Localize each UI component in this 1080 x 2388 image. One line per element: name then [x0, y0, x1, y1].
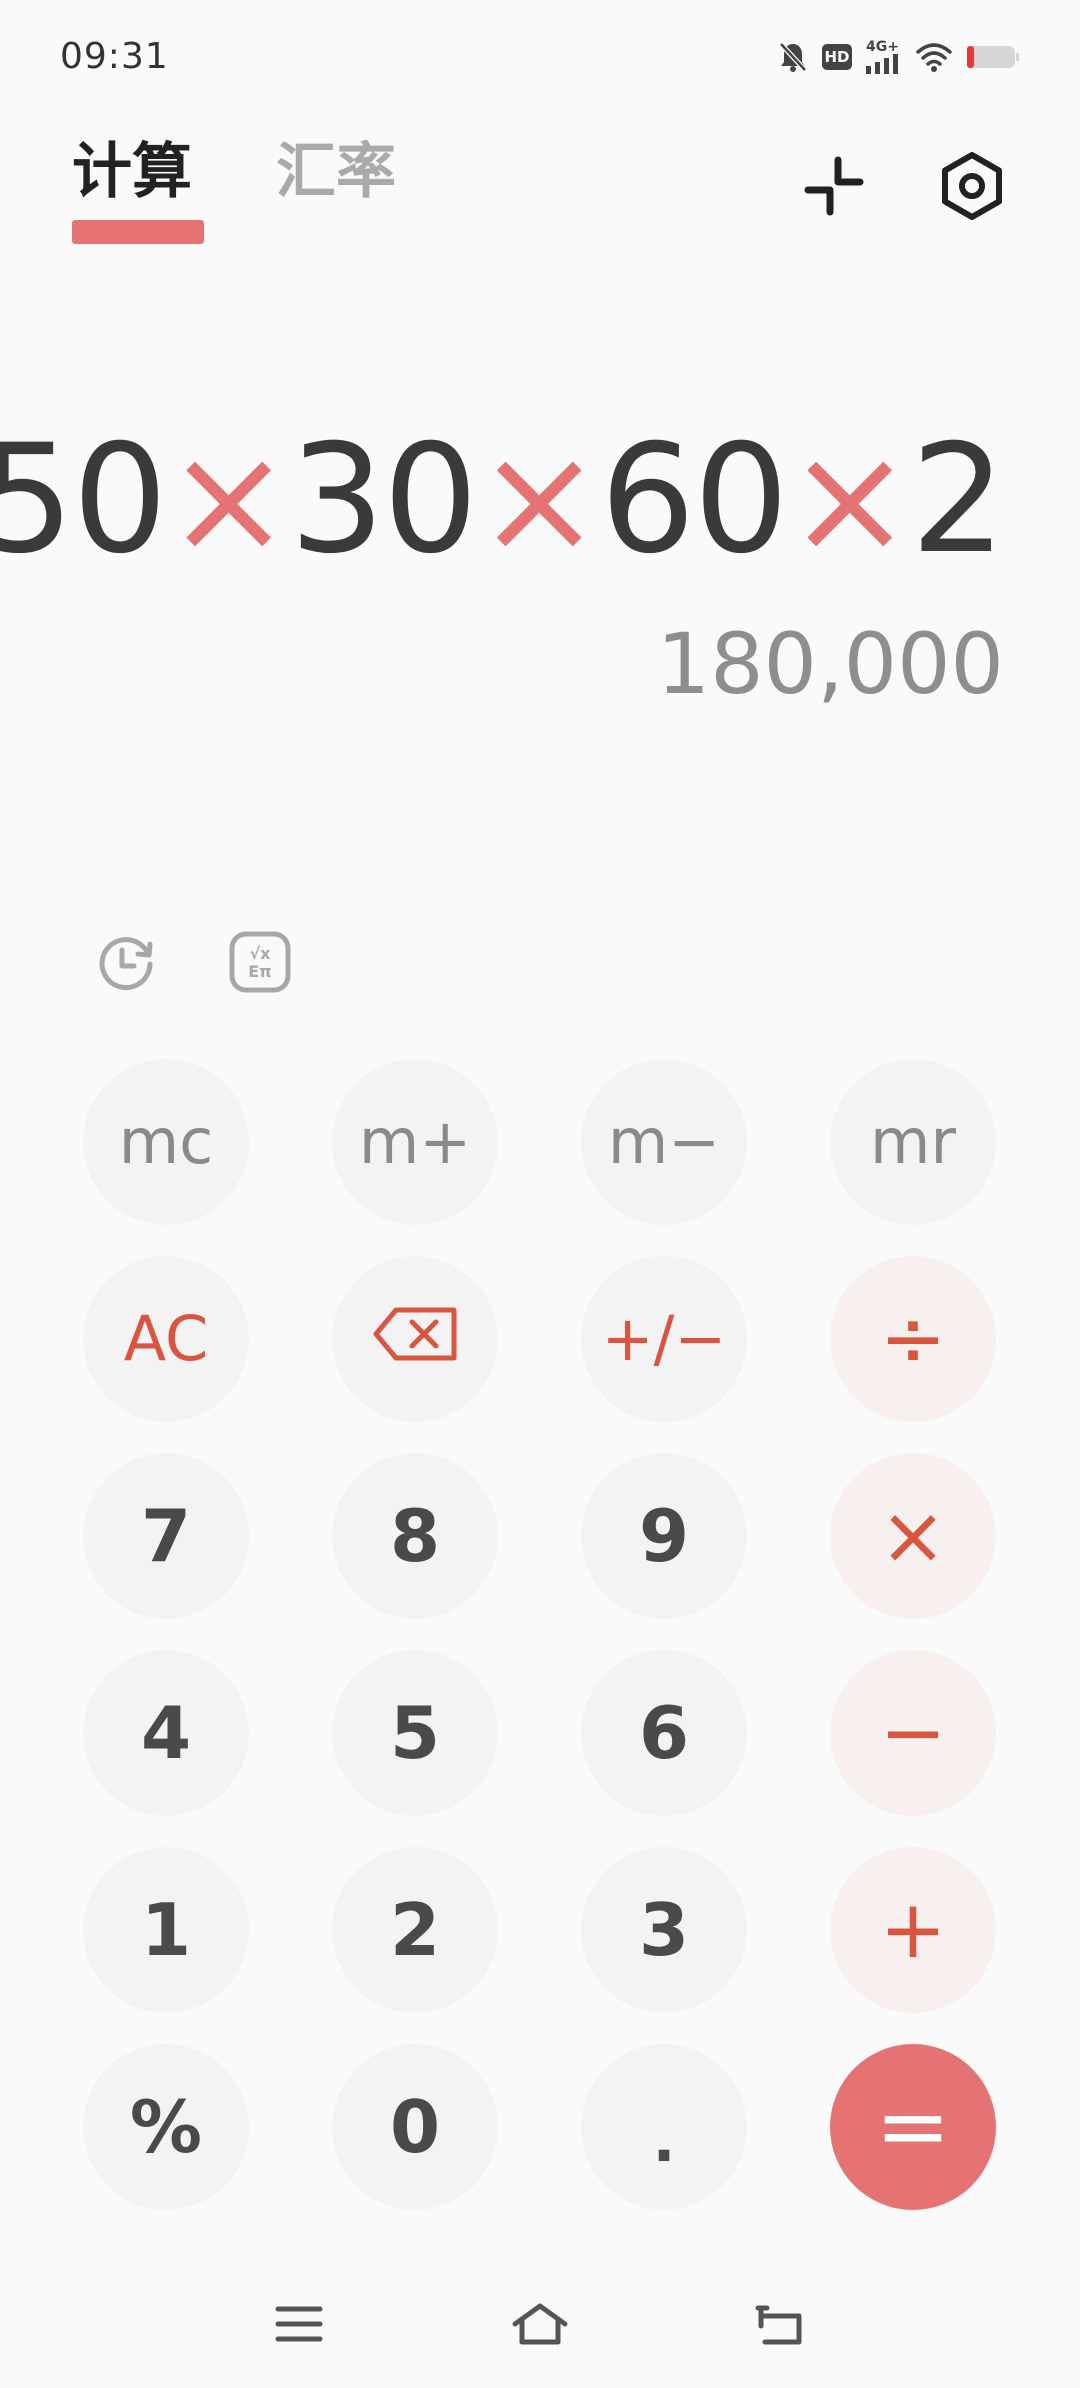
active-tab-indicator — [72, 220, 204, 244]
4g-signal-icon: 4G+ — [866, 40, 902, 74]
history-icon — [94, 930, 158, 998]
digit-0-button[interactable]: 0 — [332, 2044, 498, 2210]
home-icon — [511, 2302, 569, 2350]
scientific-icon: √x Eπ — [228, 930, 292, 998]
result-display: 180,000 — [656, 615, 1004, 713]
expression-number: 60 — [600, 413, 789, 587]
clear-button[interactable]: AC — [83, 1256, 249, 1422]
history-button[interactable] — [92, 930, 160, 998]
status-time: 09:31 — [60, 36, 169, 77]
wifi-icon — [916, 42, 952, 72]
back-button[interactable] — [740, 2294, 820, 2358]
digit-3-button[interactable]: 3 — [581, 1847, 747, 2013]
digit-8-button[interactable]: 8 — [332, 1453, 498, 1619]
digit-6-button[interactable]: 6 — [581, 1650, 747, 1816]
recent-apps-button[interactable] — [259, 2294, 339, 2358]
m-minus-button[interactable]: m− — [581, 1059, 747, 1225]
menu-icon — [275, 2304, 323, 2348]
expression-operator: × — [476, 413, 602, 587]
digit-5-button[interactable]: 5 — [332, 1650, 498, 1816]
multiply-button[interactable]: × — [830, 1453, 996, 1619]
battery-low-icon — [966, 43, 1020, 71]
hd-icon: HD — [822, 44, 852, 70]
digit-4-button[interactable]: 4 — [83, 1650, 249, 1816]
expression-display[interactable]: 50×30×60×2 — [0, 425, 1006, 575]
digit-9-button[interactable]: 9 — [581, 1453, 747, 1619]
system-navigation-bar — [0, 2280, 1080, 2388]
collapse-icon — [804, 156, 864, 220]
expression-operator: × — [786, 413, 913, 587]
digit-7-button[interactable]: 7 — [83, 1453, 249, 1619]
back-icon — [755, 2302, 805, 2350]
expression-number: 30 — [289, 413, 478, 587]
expression-number: 2 — [910, 413, 1006, 587]
expression-number: 50 — [0, 413, 168, 587]
settings-icon — [940, 152, 1004, 224]
sign-toggle-button[interactable]: +/− — [581, 1256, 747, 1422]
expression-operator: × — [165, 413, 292, 587]
backspace-icon — [372, 1306, 458, 1372]
status-bar: 09:31 HD 4G+ — [0, 0, 1080, 120]
tab-calculate[interactable]: 计算 — [72, 142, 192, 202]
bell-off-icon — [778, 41, 808, 73]
digit-2-button[interactable]: 2 — [332, 1847, 498, 2013]
home-button[interactable] — [500, 2294, 580, 2358]
m-plus-button[interactable]: m+ — [332, 1059, 498, 1225]
subtract-button[interactable]: − — [830, 1650, 996, 1816]
divide-button[interactable]: ÷ — [830, 1256, 996, 1422]
settings-button[interactable] — [934, 150, 1010, 226]
collapse-button[interactable] — [796, 150, 872, 226]
network-label: 4G+ — [866, 39, 899, 55]
svg-text:√x: √x — [250, 944, 272, 963]
mr-button[interactable]: mr — [830, 1059, 996, 1225]
mc-button[interactable]: mc — [83, 1059, 249, 1225]
svg-text:Eπ: Eπ — [248, 962, 272, 981]
scientific-mode-button[interactable]: √x Eπ — [226, 930, 294, 998]
percent-button[interactable]: % — [83, 2044, 249, 2210]
status-icons: HD 4G+ — [778, 40, 1020, 74]
decimal-point-button[interactable]: . — [581, 2044, 747, 2210]
add-button[interactable]: + — [830, 1847, 996, 2013]
digit-1-button[interactable]: 1 — [83, 1847, 249, 2013]
equals-button[interactable]: = — [830, 2044, 996, 2210]
tab-exchange-rate[interactable]: 汇率 — [276, 142, 396, 202]
backspace-button[interactable] — [332, 1256, 498, 1422]
